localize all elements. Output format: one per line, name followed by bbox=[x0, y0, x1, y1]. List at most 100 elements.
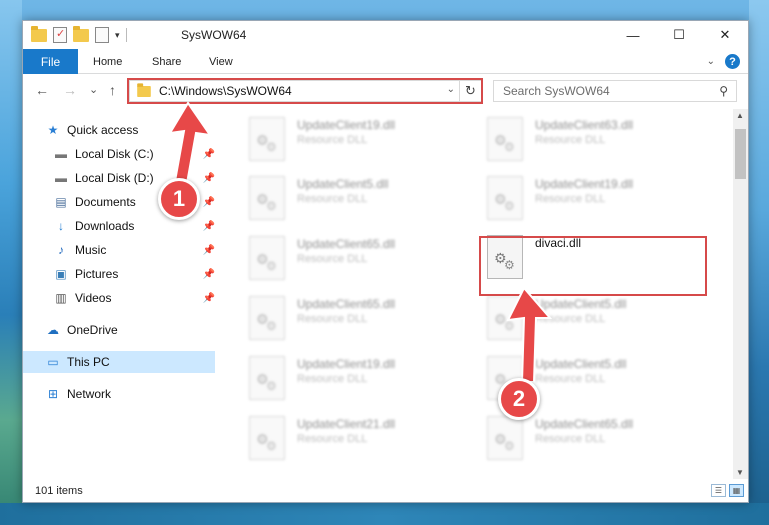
dll-file-icon: ⚙⚙ bbox=[487, 235, 523, 279]
star-icon: ★ bbox=[47, 123, 59, 137]
large-icons-view-icon[interactable]: ▦ bbox=[729, 484, 744, 497]
refresh-button[interactable]: ↻ bbox=[459, 81, 481, 101]
tab-share[interactable]: Share bbox=[152, 49, 181, 74]
file-type: Resource DLL bbox=[535, 433, 606, 445]
minimize-button[interactable]: — bbox=[610, 21, 656, 49]
file-type: Resource DLL bbox=[297, 433, 368, 445]
desktop-background-bottom bbox=[0, 503, 769, 525]
file-item[interactable]: ⚙ ⚙ UpdateClient19.dll Resource DLL bbox=[483, 174, 719, 226]
sidebar-item-label: OneDrive bbox=[67, 323, 118, 337]
up-button[interactable]: ↑ bbox=[109, 82, 116, 98]
scroll-down-icon[interactable]: ▼ bbox=[736, 468, 744, 477]
sidebar-item-this-pc[interactable]: ▭ This PC bbox=[23, 351, 215, 373]
callout-badge-1: 1 bbox=[158, 178, 200, 220]
desktop-background-right bbox=[749, 0, 769, 525]
forward-button[interactable]: → bbox=[63, 82, 77, 98]
view-switcher: ☰ ▦ bbox=[711, 484, 744, 497]
file-type: Resource DLL bbox=[297, 134, 368, 146]
sidebar-item-label: Downloads bbox=[75, 219, 135, 233]
file-item[interactable]: ⚙ ⚙ UpdateClient19.dll Resource DLL bbox=[245, 115, 481, 167]
search-input[interactable]: Search SysWOW64 ⚲ bbox=[493, 80, 737, 102]
file-item[interactable]: ⚙ ⚙ UpdateClient65.dll Resource DLL bbox=[483, 414, 719, 466]
chevron-down-icon[interactable]: ⌄ bbox=[447, 84, 455, 95]
scroll-up-icon[interactable]: ▲ bbox=[736, 111, 744, 120]
tab-view[interactable]: View bbox=[209, 49, 233, 74]
file-name: divaci.dll bbox=[535, 236, 582, 250]
pin-icon[interactable]: 📌 bbox=[203, 245, 215, 256]
file-type: Resource DLL bbox=[535, 134, 606, 146]
tab-home[interactable]: Home bbox=[93, 49, 122, 74]
folder-icon bbox=[137, 82, 151, 97]
sidebar-item-onedrive[interactable]: ☁ OneDrive bbox=[45, 319, 215, 341]
callout-badge-2: 2 bbox=[498, 378, 540, 420]
file-list: ⚙ ⚙ UpdateClient19.dll Resource DLL ⚙ ⚙ Upd… bbox=[223, 109, 731, 479]
dll-file-icon: ⚙⚙ bbox=[487, 176, 523, 220]
drive-icon: ▬ bbox=[55, 147, 67, 161]
sidebar-item-label: Network bbox=[67, 387, 112, 401]
pin-icon[interactable]: 📌 bbox=[203, 269, 215, 280]
vertical-scrollbar[interactable]: ▲ ▼ bbox=[733, 109, 748, 479]
scroll-thumb[interactable] bbox=[735, 129, 746, 179]
properties-icon[interactable] bbox=[53, 27, 67, 43]
file-item[interactable]: ⚙ ⚙ UpdateClient21.dll Resource DLL bbox=[245, 414, 481, 466]
dll-file-icon: ⚙⚙ bbox=[249, 117, 285, 161]
new-folder-icon[interactable] bbox=[73, 25, 89, 42]
file-type: Resource DLL bbox=[297, 193, 368, 205]
title-bar: ▾ SysWOW64 — ☐ ✕ bbox=[23, 21, 748, 49]
navigation-bar: ← → ⌄ ↑ C:\Windows\SysWOW64 ⌄ ↻ Search S… bbox=[23, 75, 748, 107]
dll-file-icon: ⚙⚙ bbox=[487, 416, 523, 460]
pictures-icon: ▣ bbox=[55, 267, 67, 281]
cloud-icon: ☁ bbox=[47, 323, 59, 337]
sidebar-item-music[interactable]: ♪ Music 📌 bbox=[53, 239, 215, 261]
file-name: UpdateClient65.dll bbox=[297, 297, 396, 311]
quick-access-toolbar: ▾ bbox=[31, 25, 127, 43]
documents-icon: ▤ bbox=[55, 195, 67, 209]
file-item[interactable]: ⚙ ⚙ UpdateClient65.dll Resource DLL bbox=[245, 294, 481, 346]
tab-file[interactable]: File bbox=[23, 49, 78, 74]
sidebar-item-videos[interactable]: ▥ Videos 📌 bbox=[53, 287, 215, 309]
search-icon[interactable]: ⚲ bbox=[719, 84, 728, 98]
pin-icon[interactable]: 📌 bbox=[203, 293, 215, 304]
sidebar-item-label: Local Disk (C:) bbox=[75, 147, 154, 161]
dll-file-icon: ⚙⚙ bbox=[249, 416, 285, 460]
details-view-icon[interactable]: ☰ bbox=[711, 484, 726, 497]
search-placeholder: Search SysWOW64 bbox=[503, 84, 610, 98]
folder-icon bbox=[31, 25, 47, 42]
chevron-down-icon[interactable]: ▾ bbox=[115, 30, 120, 41]
dll-file-icon: ⚙⚙ bbox=[249, 176, 285, 220]
file-type: Resource DLL bbox=[297, 373, 368, 385]
file-name: UpdateClient21.dll bbox=[297, 417, 396, 431]
file-item-divaci[interactable]: ⚙ ⚙ divaci.dll bbox=[483, 233, 719, 285]
maximize-button[interactable]: ☐ bbox=[656, 21, 702, 49]
customize-icon[interactable] bbox=[95, 27, 109, 43]
back-button[interactable]: ← bbox=[35, 82, 49, 98]
videos-icon: ▥ bbox=[55, 291, 67, 305]
file-item[interactable]: ⚙⚙ UpdateClient5.dll Resource DLL bbox=[245, 174, 481, 226]
sidebar-item-label: Local Disk (D:) bbox=[75, 171, 154, 185]
file-type: Resource DLL bbox=[535, 193, 606, 205]
desktop-background-left bbox=[0, 0, 22, 525]
ribbon-right: ⌄ ? bbox=[707, 54, 740, 69]
sidebar-item-label: Pictures bbox=[75, 267, 119, 281]
file-item[interactable]: ⚙ ⚙ UpdateClient63.dll Resource DLL bbox=[483, 115, 719, 167]
recent-locations-button[interactable]: ⌄ bbox=[89, 83, 98, 96]
dll-file-icon: ⚙⚙ bbox=[249, 236, 285, 280]
sidebar-item-label: Videos bbox=[75, 291, 112, 305]
dll-file-icon: ⚙⚙ bbox=[249, 356, 285, 400]
status-bar: 101 items ☰ ▦ bbox=[23, 479, 748, 502]
item-count: 101 items bbox=[35, 484, 83, 497]
ribbon-tabs: File Home Share View ⌄ ? bbox=[23, 49, 748, 74]
file-item[interactable]: ⚙ ⚙ UpdateClient65.dll Resource DLL bbox=[245, 234, 481, 286]
music-icon: ♪ bbox=[58, 243, 64, 257]
file-name: UpdateClient19.dll bbox=[297, 357, 396, 371]
close-button[interactable]: ✕ bbox=[702, 21, 748, 49]
help-icon[interactable]: ? bbox=[725, 54, 740, 69]
sidebar-item-label: Quick access bbox=[67, 123, 139, 137]
chevron-down-icon[interactable]: ⌄ bbox=[707, 56, 715, 67]
file-name: UpdateClient19.dll bbox=[535, 177, 634, 191]
file-item[interactable]: ⚙ ⚙ UpdateClient19.dll Resource DLL bbox=[245, 354, 481, 406]
window-title: SysWOW64 bbox=[181, 28, 247, 42]
dll-file-icon: ⚙⚙ bbox=[487, 117, 523, 161]
sidebar-item-network[interactable]: ⊞ Network bbox=[45, 383, 215, 405]
sidebar-item-pictures[interactable]: ▣ Pictures 📌 bbox=[53, 263, 215, 285]
